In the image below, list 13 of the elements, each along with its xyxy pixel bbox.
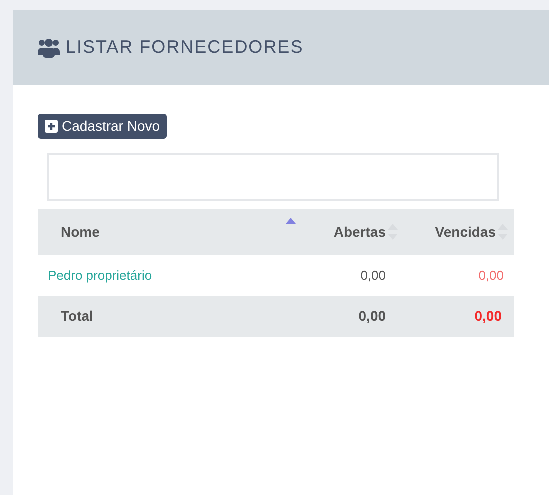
new-button[interactable]: Cadastrar Novo <box>38 114 168 139</box>
total-label: Total <box>38 296 306 337</box>
total-cell: 0,00 <box>404 296 514 337</box>
column-header[interactable]: Abertas <box>306 209 404 255</box>
panel-title: LISTAR FORNECEDORES <box>66 36 304 59</box>
table-cell: 0,00 <box>306 255 404 296</box>
column-header[interactable]: Nome <box>38 209 306 255</box>
users-icon <box>38 38 60 58</box>
total-cell: 0,00 <box>306 296 404 337</box>
search-field[interactable] <box>47 153 499 201</box>
column-header[interactable]: Vencidas <box>404 209 514 255</box>
plus-icon <box>45 120 58 133</box>
table-cell: 0,00 <box>404 255 514 296</box>
